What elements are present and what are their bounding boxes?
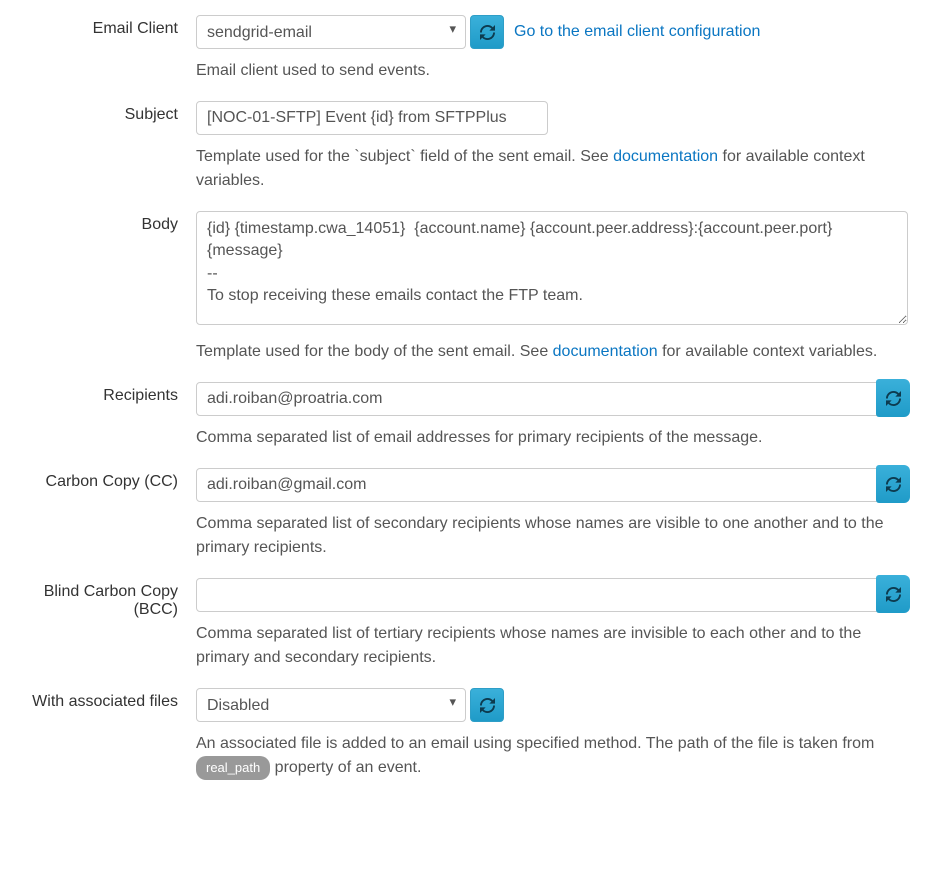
refresh-icon <box>886 477 901 492</box>
subject-doc-link[interactable]: documentation <box>613 148 718 165</box>
assoc-refresh-button[interactable] <box>470 688 504 722</box>
bcc-label: Blind Carbon Copy (BCC) <box>18 578 196 670</box>
refresh-icon <box>480 698 495 713</box>
recipients-help: Comma separated list of email addresses … <box>196 426 908 450</box>
real-path-badge: real_path <box>196 756 270 780</box>
email-client-config-link[interactable]: Go to the email client configuration <box>514 23 760 41</box>
body-textarea[interactable] <box>196 211 908 325</box>
refresh-icon <box>886 391 901 406</box>
email-client-select[interactable]: sendgrid-email <box>196 15 466 49</box>
cc-refresh-button[interactable] <box>876 465 910 503</box>
recipients-refresh-button[interactable] <box>876 379 910 417</box>
refresh-icon <box>886 587 901 602</box>
assoc-help: An associated file is added to an email … <box>196 732 908 780</box>
bcc-help: Comma separated list of tertiary recipie… <box>196 622 908 670</box>
cc-input[interactable] <box>196 468 908 502</box>
cc-label: Carbon Copy (CC) <box>18 468 196 560</box>
bcc-input[interactable] <box>196 578 908 612</box>
email-client-help: Email client used to send events. <box>196 59 922 83</box>
email-client-refresh-button[interactable] <box>470 15 504 49</box>
assoc-select[interactable]: Disabled <box>196 688 466 722</box>
body-help: Template used for the body of the sent e… <box>196 340 908 364</box>
assoc-label: With associated files <box>18 688 196 780</box>
body-label: Body <box>18 211 196 364</box>
subject-label: Subject <box>18 101 196 193</box>
refresh-icon <box>480 25 495 40</box>
bcc-refresh-button[interactable] <box>876 575 910 613</box>
body-doc-link[interactable]: documentation <box>553 343 658 360</box>
subject-help: Template used for the `subject` field of… <box>196 145 922 193</box>
email-client-label: Email Client <box>18 15 196 83</box>
recipients-input[interactable] <box>196 382 908 416</box>
recipients-label: Recipients <box>18 382 196 450</box>
cc-help: Comma separated list of secondary recipi… <box>196 512 908 560</box>
subject-input[interactable] <box>196 101 548 135</box>
